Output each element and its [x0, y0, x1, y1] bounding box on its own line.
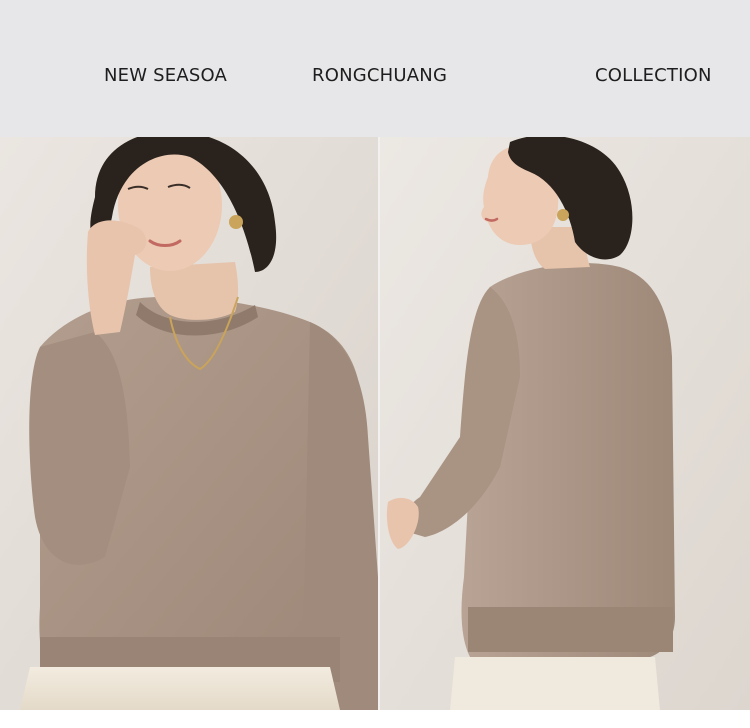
front-view-illustration — [0, 137, 378, 710]
collection-banner: NEW SEASOA RONGCHUANG COLLECTION — [0, 0, 750, 137]
front-view-photo — [0, 137, 378, 710]
earring — [557, 209, 569, 221]
back-view-illustration — [380, 137, 750, 710]
banner-label-brand: RONGCHUANG — [312, 65, 448, 86]
footer-strip — [0, 710, 750, 728]
earring — [229, 215, 243, 229]
banner-label-new-season: NEW SEASOA — [104, 65, 228, 86]
product-detail-page: NEW SEASOA RONGCHUANG COLLECTION — [0, 0, 750, 728]
back-view-photo — [380, 137, 750, 710]
trousers — [20, 667, 340, 710]
sweater-hem — [468, 607, 673, 652]
banner-label-collection: COLLECTION — [595, 65, 712, 86]
trousers — [450, 657, 660, 710]
